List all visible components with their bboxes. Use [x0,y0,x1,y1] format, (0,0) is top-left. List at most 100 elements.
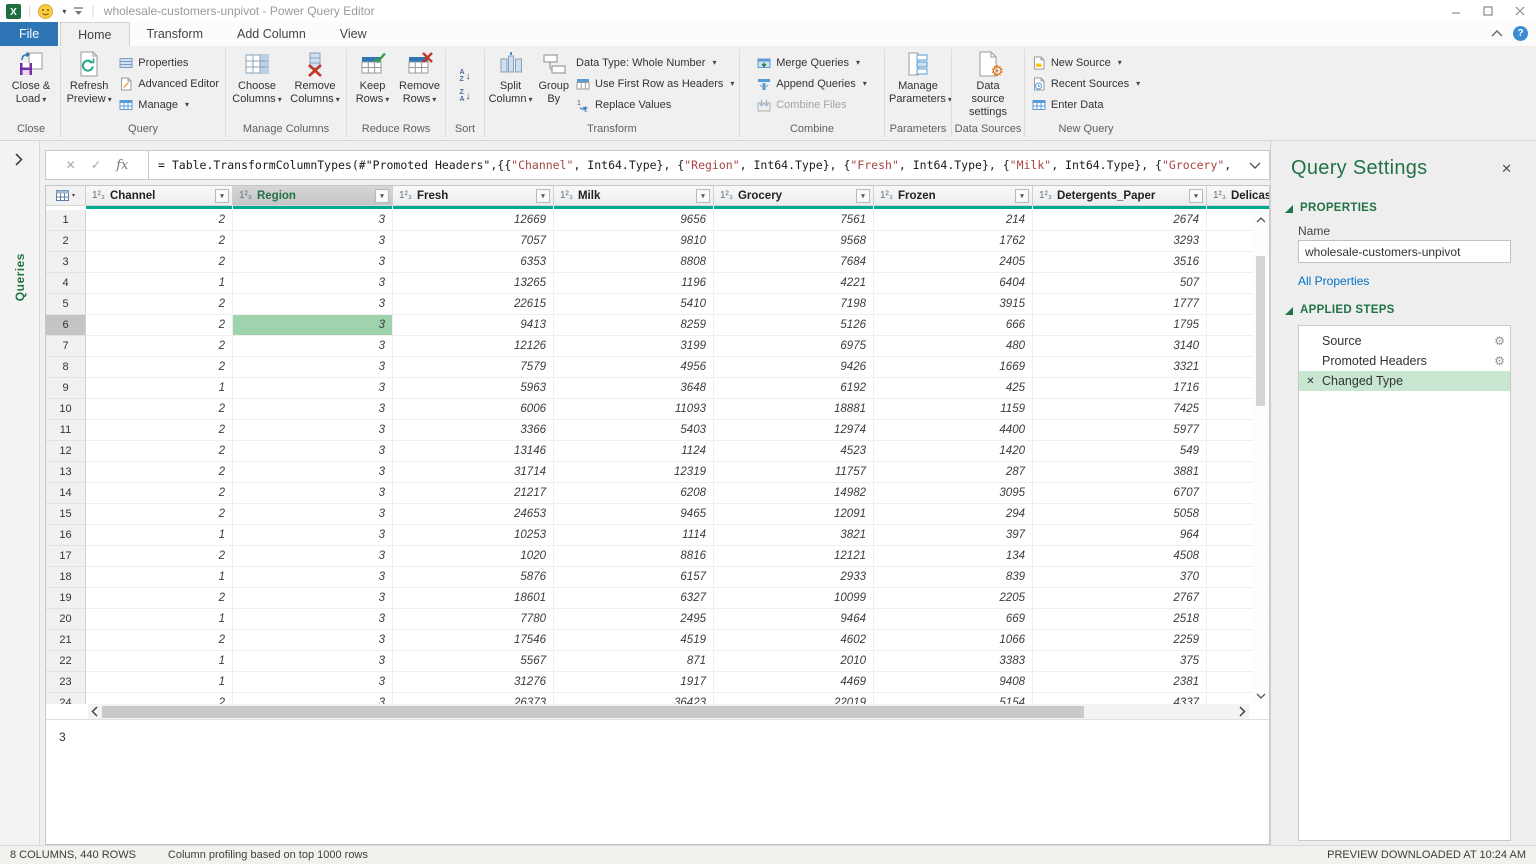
row-number[interactable]: 5 [46,294,86,315]
cell[interactable]: 6192 [714,378,874,399]
advanced-editor-button[interactable]: Advanced Editor [116,74,222,93]
vertical-scroll-track[interactable] [1253,228,1268,688]
cell[interactable]: 287 [874,462,1033,483]
cell[interactable]: 9464 [714,609,874,630]
all-properties-link[interactable]: All Properties [1298,274,1369,288]
cell[interactable]: 3915 [874,294,1033,315]
row-number[interactable]: 1 [46,210,86,231]
cell[interactable]: 3 [233,693,393,704]
column-header-channel[interactable]: 1²₃Channel▾ [86,186,233,206]
scroll-left-icon[interactable] [91,706,98,717]
properties-section-header[interactable]: PROPERTIES [1285,202,1377,214]
cell[interactable]: 1795 [1033,315,1207,336]
cell[interactable]: 3293 [1033,231,1207,252]
cell[interactable]: 3821 [714,525,874,546]
cell[interactable]: 2674 [1033,210,1207,231]
cell[interactable]: 2 [86,399,233,420]
merge-queries-button[interactable]: Merge Queries ▾ [754,53,870,72]
cell[interactable]: 2 [86,294,233,315]
cell[interactable]: 2 [86,630,233,651]
row-number[interactable]: 13 [46,462,86,483]
applied-step-changed-type[interactable]: ✕Changed Type [1299,371,1510,391]
cell[interactable]: 36423 [554,693,714,704]
cell[interactable]: 4508 [1033,546,1207,567]
cell[interactable]: 1 [86,273,233,294]
cell[interactable]: 1 [86,525,233,546]
cell[interactable]: 2 [86,441,233,462]
cell[interactable]: 2 [86,504,233,525]
cell[interactable]: 13146 [393,441,554,462]
cell[interactable]: 2767 [1033,588,1207,609]
row-number[interactable]: 7 [46,336,86,357]
cell[interactable]: 10253 [393,525,554,546]
cell[interactable]: 5126 [714,315,874,336]
row-number[interactable]: 17 [46,546,86,567]
cell[interactable]: 22019 [714,693,874,704]
cell[interactable]: 12319 [554,462,714,483]
row-number[interactable]: 23 [46,672,86,693]
cell[interactable]: 4602 [714,630,874,651]
cell[interactable]: 9810 [554,231,714,252]
cell[interactable]: 549 [1033,441,1207,462]
query-name-input[interactable] [1298,240,1511,263]
cell[interactable]: 7057 [393,231,554,252]
cell[interactable]: 4469 [714,672,874,693]
cell[interactable]: 6975 [714,336,874,357]
new-source-button[interactable]: New Source ▾ [1029,53,1143,72]
cell[interactable]: 2 [86,483,233,504]
cell[interactable]: 9413 [393,315,554,336]
row-number[interactable]: 20 [46,609,86,630]
cell[interactable]: 4523 [714,441,874,462]
sort-descending-button[interactable]: ZA ↓ [457,88,472,104]
close-window-icon[interactable] [1514,5,1526,17]
cell[interactable]: 2 [86,252,233,273]
cell[interactable]: 2 [86,231,233,252]
cell[interactable]: 3 [233,252,393,273]
cell[interactable]: 507 [1033,273,1207,294]
cell[interactable]: 3 [233,378,393,399]
scroll-up-icon[interactable] [1256,217,1266,223]
cell[interactable]: 4221 [714,273,874,294]
close-settings-icon[interactable]: ✕ [1501,161,1512,177]
cell[interactable]: 3 [233,504,393,525]
smiley-feedback-icon[interactable] [38,4,53,19]
row-number[interactable]: 15 [46,504,86,525]
smiley-dropdown-caret-icon[interactable]: ▾ [62,7,66,16]
column-header-fresh[interactable]: 1²₃Fresh▾ [393,186,554,206]
row-number[interactable]: 6 [46,315,86,336]
use-first-row-as-headers-button[interactable]: Use First Row as Headers ▾ [573,74,737,93]
numeric-type-icon[interactable]: 1²₃ [720,190,733,201]
cell[interactable]: 2933 [714,567,874,588]
cell[interactable]: 3 [233,357,393,378]
cell[interactable]: 3 [233,546,393,567]
cell[interactable]: 3 [233,462,393,483]
column-header-milk[interactable]: 1²₃Milk▾ [554,186,714,206]
cell[interactable]: 5567 [393,651,554,672]
cell[interactable]: 4956 [554,357,714,378]
commit-formula-icon[interactable]: ✓ [91,158,101,172]
remove-columns-button[interactable]: Remove Columns▾ [287,49,343,106]
cell[interactable]: 3 [233,630,393,651]
cell[interactable]: 2 [86,546,233,567]
cancel-formula-icon[interactable]: ✕ [66,158,76,172]
column-filter-dropdown-icon[interactable]: ▾ [375,189,389,203]
minimize-icon[interactable] [1450,5,1462,17]
cell[interactable]: 4519 [554,630,714,651]
row-number[interactable]: 3 [46,252,86,273]
cell[interactable]: 214 [874,210,1033,231]
expand-queries-pane-icon[interactable] [14,153,23,166]
column-filter-dropdown-icon[interactable]: ▾ [1189,189,1203,203]
cell[interactable]: 7198 [714,294,874,315]
row-number[interactable]: 24 [46,693,86,704]
row-number[interactable]: 9 [46,378,86,399]
column-filter-dropdown-icon[interactable]: ▾ [696,189,710,203]
cell[interactable]: 3199 [554,336,714,357]
cell[interactable]: 6404 [874,273,1033,294]
cell[interactable]: 397 [874,525,1033,546]
column-filter-dropdown-icon[interactable]: ▾ [536,189,550,203]
tab-home[interactable]: Home [60,22,129,46]
cell[interactable]: 2495 [554,609,714,630]
group-by-button[interactable]: Group By [536,49,571,106]
cell[interactable]: 871 [554,651,714,672]
tab-view[interactable]: View [323,22,384,46]
